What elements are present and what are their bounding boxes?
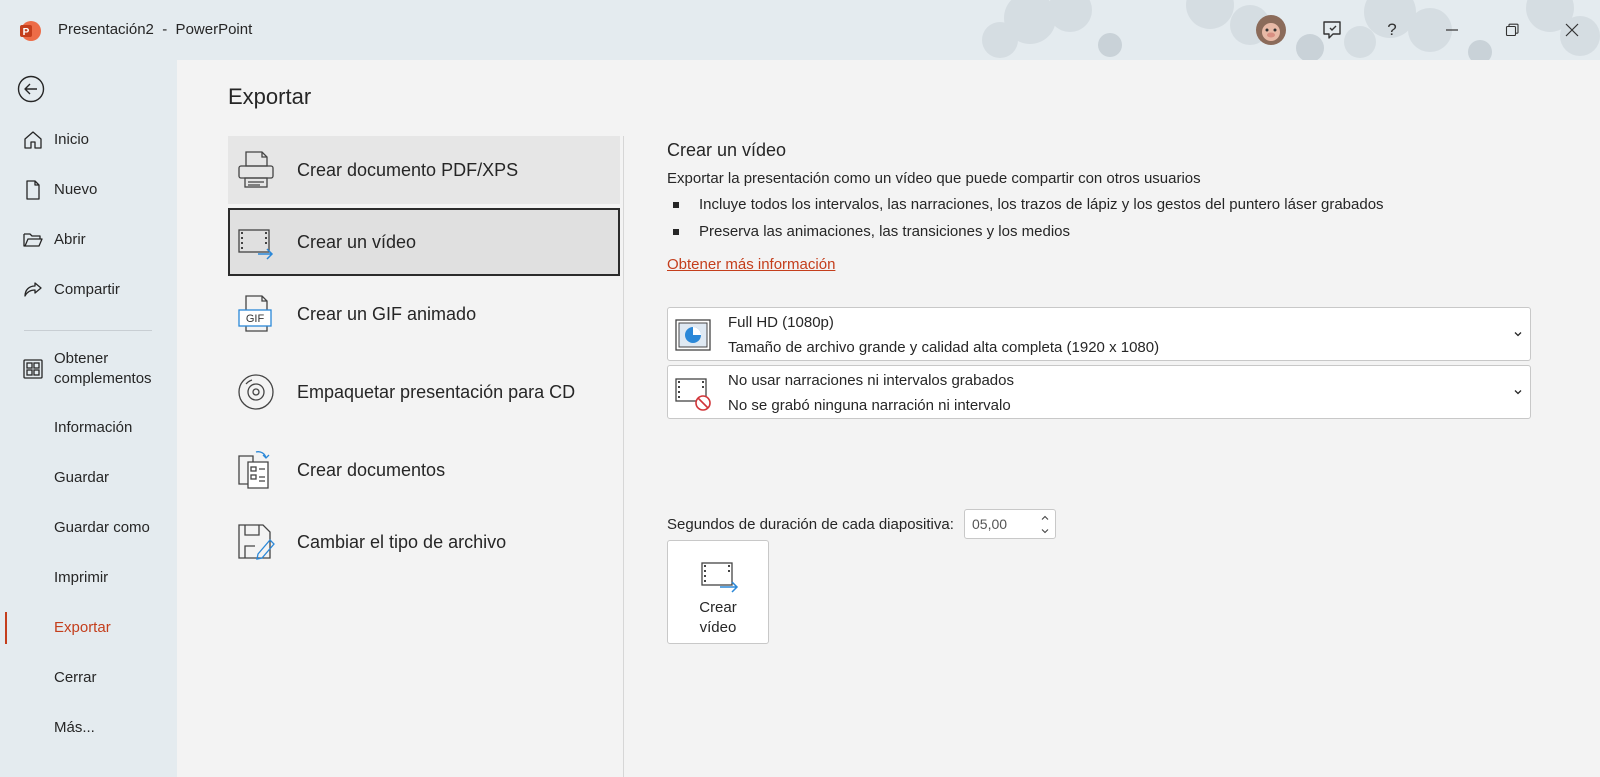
sidebar-item-label: Obtener complementos	[54, 350, 152, 387]
sidebar-item-label: Abrir	[54, 231, 86, 248]
restore-button[interactable]	[1494, 12, 1530, 48]
export-option-label: Crear un GIF animado	[297, 304, 477, 324]
sidebar-item-obtener-complementos[interactable]: Obtener complementos	[0, 346, 177, 392]
sidebar-item-label: Guardar como	[54, 519, 150, 536]
export-option-label: Crear documento PDF/XPS	[297, 160, 519, 180]
sidebar-item-informacion[interactable]: Información	[0, 406, 177, 450]
sidebar-item-compartir[interactable]: Compartir	[0, 268, 177, 312]
sidebar-separator	[24, 330, 152, 331]
svg-text:P: P	[23, 27, 30, 38]
chevron-down-icon	[1514, 332, 1522, 337]
close-button[interactable]	[1554, 12, 1590, 48]
export-option-handouts[interactable]: Crear documentos	[228, 436, 620, 504]
sidebar-item-label: Imprimir	[54, 569, 109, 586]
export-options-list: Crear documento PDF/XPS Crear un vídeo G…	[228, 136, 622, 777]
minimize-icon	[1446, 29, 1458, 31]
details-description: Exportar la presentación como un vídeo q…	[667, 170, 1201, 187]
gif-icon: GIF	[238, 295, 272, 332]
export-option-change-file-type[interactable]: Cambiar el tipo de archivo	[228, 508, 620, 576]
sidebar-item-label: Nuevo	[54, 181, 98, 198]
video-quality-dropdown[interactable]: Full HD (1080p) Tamaño de archivo grande…	[667, 307, 1531, 361]
export-option-gif[interactable]: GIF Crear un GIF animado	[228, 280, 620, 348]
column-divider	[623, 136, 624, 777]
quality-subtitle: Tamaño de archivo grande y calidad alta …	[728, 339, 1160, 356]
sidebar-item-label: Información	[54, 419, 133, 436]
slide-duration-value[interactable]: 05,00	[972, 516, 1007, 532]
spin-down-icon[interactable]	[1039, 525, 1051, 537]
home-icon	[22, 129, 44, 151]
presentation-quality-icon	[675, 319, 711, 351]
coaching-icon	[1323, 21, 1341, 39]
export-option-label: Empaquetar presentación para CD	[297, 382, 576, 402]
sidebar-item-abrir[interactable]: Abrir	[0, 218, 177, 262]
title-bar: P Presentación2 - PowerPoint ?	[0, 0, 1600, 60]
back-button[interactable]	[17, 75, 45, 103]
sidebar-item-label: Inicio	[54, 131, 90, 148]
svg-text:GIF: GIF	[246, 313, 265, 325]
backstage-sidebar: Inicio Nuevo Abrir Compartir Obtener com…	[0, 60, 177, 777]
export-option-pdf-xps[interactable]: Crear documento PDF/XPS	[228, 136, 620, 204]
narration-subtitle: No se grabó ninguna narración ni interva…	[728, 397, 1011, 414]
bullet-marker	[673, 229, 679, 235]
change-file-type-icon	[238, 524, 275, 560]
sidebar-item-label: Compartir	[54, 281, 120, 298]
folder-open-icon	[22, 229, 44, 251]
handouts-icon	[238, 451, 270, 489]
export-option-package-cd[interactable]: Empaquetar presentación para CD	[228, 352, 620, 432]
spin-up-icon[interactable]	[1039, 512, 1051, 524]
close-icon	[1565, 23, 1579, 37]
slide-duration-label: Segundos de duración de cada diapositiva…	[667, 516, 954, 533]
bullet-marker	[673, 202, 679, 208]
export-option-label: Cambiar el tipo de archivo	[297, 532, 507, 552]
video-icon	[238, 229, 274, 260]
help-button[interactable]: ?	[1374, 12, 1410, 48]
export-option-video[interactable]: Crear un vídeo	[228, 208, 620, 276]
create-video-label: Crear vídeo	[699, 599, 737, 636]
sidebar-item-label: Más...	[54, 719, 95, 736]
minimize-button[interactable]	[1434, 12, 1470, 48]
avatar-icon	[1256, 15, 1286, 45]
help-icon: ?	[1387, 20, 1397, 39]
sidebar-item-mas[interactable]: Más...	[0, 706, 177, 750]
user-avatar[interactable]	[1256, 15, 1286, 45]
pdf-xps-icon	[238, 151, 274, 188]
learn-more-link[interactable]: Obtener más información	[667, 256, 835, 273]
share-icon	[22, 279, 44, 301]
cd-icon	[238, 374, 274, 410]
slide-duration-spinner[interactable]: 05,00	[964, 509, 1056, 539]
export-option-label: Crear un vídeo	[297, 232, 417, 252]
sidebar-item-guardar[interactable]: Guardar	[0, 456, 177, 500]
sidebar-item-imprimir[interactable]: Imprimir	[0, 556, 177, 600]
quality-title: Full HD (1080p)	[728, 314, 834, 331]
sidebar-item-nuevo[interactable]: Nuevo	[0, 168, 177, 212]
sidebar-item-label: Exportar	[54, 619, 111, 636]
no-narration-icon	[675, 378, 711, 411]
add-ins-icon	[22, 358, 44, 380]
backstage-main: Exportar Crear documento PDF/XPS Crear u…	[177, 60, 1600, 777]
restore-icon	[1505, 23, 1519, 37]
powerpoint-logo-icon: P	[20, 21, 41, 41]
sidebar-item-exportar[interactable]: Exportar	[0, 606, 177, 650]
sidebar-item-inicio[interactable]: Inicio	[0, 118, 177, 162]
bullet-text: Preserva las animaciones, las transicion…	[699, 223, 1070, 240]
bullet-text: Incluye todos los intervalos, las narrac…	[699, 196, 1384, 213]
new-document-icon	[22, 179, 44, 201]
sidebar-item-guardar-como[interactable]: Guardar como	[0, 506, 177, 550]
narration-timings-dropdown[interactable]: No usar narraciones ni intervalos grabad…	[667, 365, 1531, 419]
export-option-label: Crear documentos	[297, 460, 446, 480]
sidebar-item-label: Cerrar	[54, 669, 97, 686]
page-title: Exportar	[228, 84, 312, 109]
sidebar-item-cerrar[interactable]: Cerrar	[0, 656, 177, 700]
window-title: Presentación2 - PowerPoint	[58, 21, 253, 38]
details-title: Crear un vídeo	[667, 140, 787, 160]
back-arrow-icon	[17, 75, 45, 103]
sidebar-item-label: Guardar	[54, 469, 110, 486]
video-icon	[701, 562, 739, 593]
create-video-button[interactable]: Crear vídeo	[667, 540, 769, 644]
chevron-down-icon	[1514, 390, 1522, 395]
comments-button[interactable]	[1314, 12, 1350, 48]
narration-title: No usar narraciones ni intervalos grabad…	[728, 372, 1014, 389]
